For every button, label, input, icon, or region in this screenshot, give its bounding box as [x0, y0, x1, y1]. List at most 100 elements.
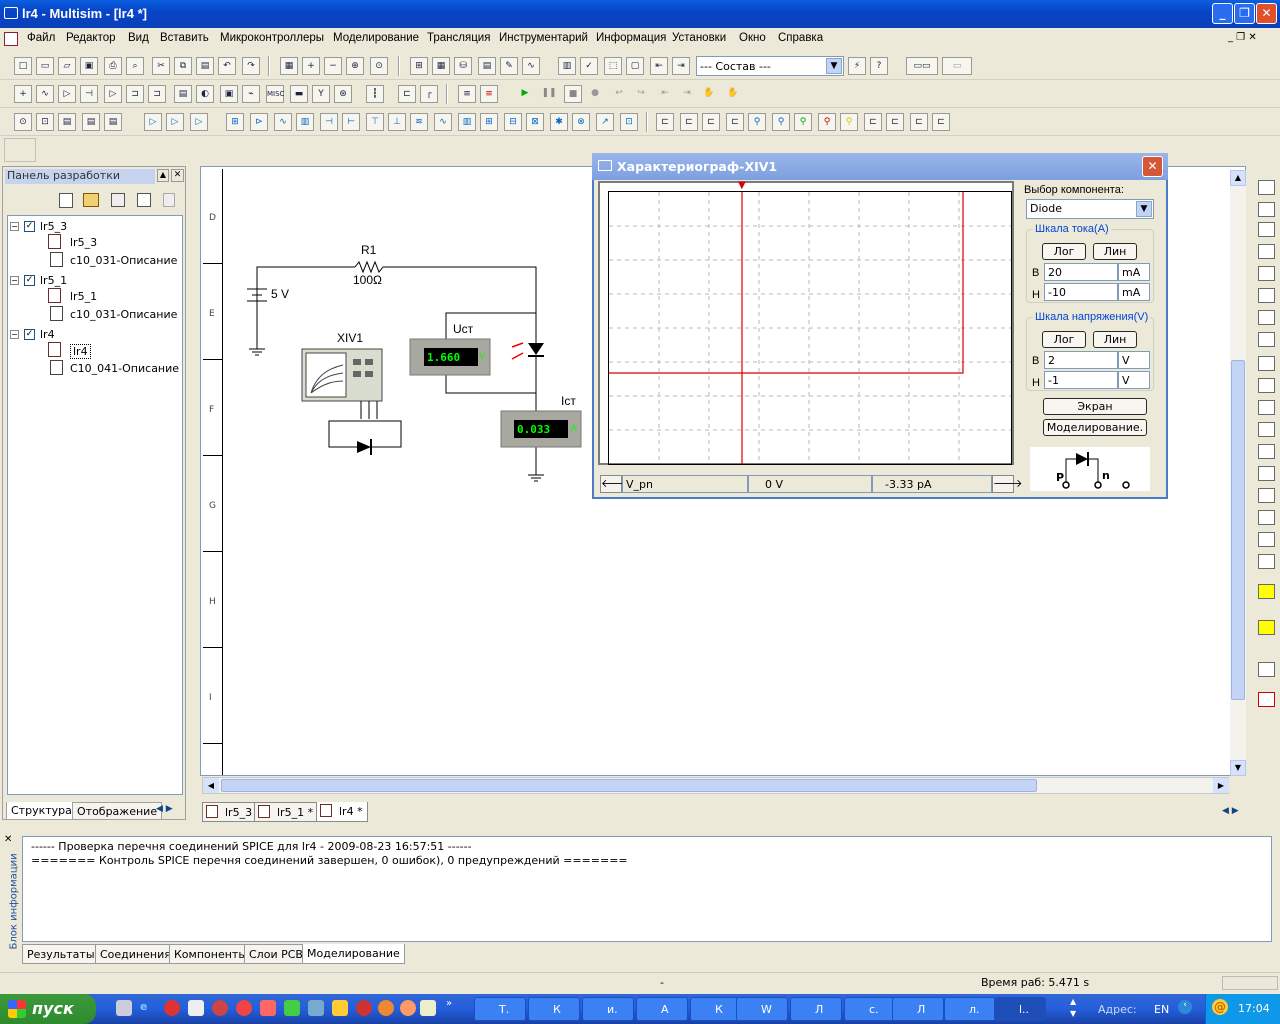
- ammeter-label[interactable]: Iст: [561, 394, 576, 408]
- electromech-icon[interactable]: ⊛: [334, 85, 352, 103]
- canvas-hscroll[interactable]: ◀ ▶: [202, 777, 1229, 794]
- save-icon[interactable]: ▣: [80, 57, 98, 75]
- tab-results[interactable]: Результаты: [22, 944, 100, 964]
- analog-icon[interactable]: ▷: [104, 85, 122, 103]
- tab-components[interactable]: Компоненты: [169, 944, 253, 964]
- backannotate-icon[interactable]: ⇤: [650, 57, 668, 75]
- step-over-icon[interactable]: ↪: [632, 85, 650, 103]
- breakpoint-icon[interactable]: ✋: [724, 85, 742, 103]
- probe-list2-icon[interactable]: ≡: [480, 85, 498, 103]
- meter10-icon[interactable]: ∿: [434, 113, 452, 131]
- panel-close-icon[interactable]: ✕: [171, 169, 184, 182]
- scroll-thumb[interactable]: [1231, 360, 1245, 700]
- taskbar-item[interactable]: л.: [944, 997, 996, 1021]
- maximize-button[interactable]: ❐: [1234, 3, 1255, 24]
- multimeter-icon[interactable]: [1258, 180, 1275, 195]
- voltage-lin-button[interactable]: Лин: [1093, 331, 1137, 348]
- zoom-area-icon[interactable]: ⊕: [346, 57, 364, 75]
- voltage-log-button[interactable]: Лог: [1042, 331, 1086, 348]
- source-icon[interactable]: +: [14, 85, 32, 103]
- tray-icon[interactable]: @: [1212, 999, 1228, 1015]
- undo-icon[interactable]: ↶: [218, 57, 236, 75]
- mixed-icon[interactable]: ◐: [196, 85, 214, 103]
- rf-icon[interactable]: ▬: [290, 85, 308, 103]
- ql-icon[interactable]: [332, 1000, 348, 1016]
- ql-icon[interactable]: [400, 1000, 416, 1016]
- analog-v2-icon[interactable]: ▷: [166, 113, 184, 131]
- iv-close-button[interactable]: ✕: [1142, 156, 1163, 177]
- ie-icon[interactable]: e: [140, 1000, 156, 1016]
- logic-analyzer-icon[interactable]: [1258, 356, 1275, 371]
- agilent-mm-icon[interactable]: [1258, 510, 1275, 525]
- taskbar-item[interactable]: К: [690, 997, 742, 1021]
- postprocessor-icon[interactable]: ✎: [500, 57, 518, 75]
- taskbar-item[interactable]: с.: [844, 997, 896, 1021]
- in-use-list-combo[interactable]: --- Состав --- ▼: [696, 56, 844, 76]
- meter11-icon[interactable]: ▥: [458, 113, 476, 131]
- tab-nets[interactable]: Соединения: [95, 944, 176, 964]
- agilent-fg-icon[interactable]: [1258, 488, 1275, 503]
- current-top-input[interactable]: 20: [1044, 263, 1118, 281]
- forward-icon[interactable]: ⇥: [672, 57, 690, 75]
- database-icon[interactable]: ⛁: [454, 57, 472, 75]
- tab-hierarchy[interactable]: Структура: [6, 802, 77, 820]
- component-icon[interactable]: ▢: [626, 57, 644, 75]
- component-select[interactable]: Diode ▼: [1026, 199, 1154, 219]
- meter3-icon[interactable]: ∿: [274, 113, 292, 131]
- labview-icon[interactable]: [1258, 620, 1275, 635]
- checkbox-icon[interactable]: ✓: [24, 329, 35, 340]
- menu-edit[interactable]: Редактор: [66, 32, 116, 44]
- freq-counter-icon[interactable]: [1258, 310, 1275, 325]
- redo-icon[interactable]: ↷: [242, 57, 260, 75]
- hier-block-icon[interactable]: ⊏: [398, 85, 416, 103]
- measurement-probe-icon[interactable]: [1258, 584, 1275, 599]
- taskbar-item[interactable]: W: [736, 997, 788, 1021]
- menu-file[interactable]: Файл: [27, 32, 55, 44]
- checkbox-icon[interactable]: ✓: [24, 221, 35, 232]
- erc-icon[interactable]: ✓: [580, 57, 598, 75]
- taskbar-item[interactable]: Т.: [474, 997, 526, 1021]
- spectrum-icon[interactable]: [1258, 444, 1275, 459]
- ql-icon[interactable]: [356, 1000, 372, 1016]
- analog-v-icon[interactable]: ▷: [144, 113, 162, 131]
- mdi-controls[interactable]: _ ❐ ✕: [1228, 32, 1257, 43]
- probe3-icon[interactable]: ⊏: [702, 113, 720, 131]
- zoom-out-icon[interactable]: −: [324, 57, 342, 75]
- tab-pcb-layers[interactable]: Слои PCB: [244, 944, 308, 964]
- misc-icon[interactable]: MISC: [266, 85, 284, 103]
- current-top-unit[interactable]: mA: [1118, 263, 1150, 281]
- ql-icon[interactable]: [164, 1000, 180, 1016]
- meter6-icon[interactable]: ⊢: [342, 113, 360, 131]
- cmos-icon[interactable]: ⊐: [148, 85, 166, 103]
- probe13-icon[interactable]: ⊏: [932, 113, 950, 131]
- current-bottom-unit[interactable]: mA: [1118, 283, 1150, 301]
- transistor-icon[interactable]: ⊣: [80, 85, 98, 103]
- menu-insert[interactable]: Вставить: [160, 32, 209, 44]
- probe9-icon[interactable]: ⚲: [840, 113, 858, 131]
- function-generator-icon[interactable]: [1258, 202, 1275, 217]
- stop-icon[interactable]: ■: [564, 85, 582, 103]
- list-icon[interactable]: ▤: [58, 113, 76, 131]
- menu-view[interactable]: Вид: [128, 32, 149, 44]
- word-generator-icon[interactable]: [1258, 332, 1275, 347]
- clock[interactable]: 17:04: [1238, 1002, 1270, 1015]
- hierarchy-icon[interactable]: ⊞: [410, 57, 428, 75]
- ql-icon[interactable]: [212, 1000, 228, 1016]
- mcu-icon[interactable]: ▤: [174, 85, 192, 103]
- distortion-icon[interactable]: [1258, 422, 1275, 437]
- diode-icon[interactable]: ▷: [58, 85, 76, 103]
- fullscreen-icon[interactable]: ▦: [280, 57, 298, 75]
- record-icon[interactable]: ●: [586, 85, 604, 103]
- scroll-up-icon[interactable]: ▲: [1230, 170, 1246, 186]
- tab-lr4[interactable]: lr4 *: [316, 802, 368, 822]
- info-close-icon[interactable]: ✕: [4, 834, 12, 845]
- meter12-icon[interactable]: ⊞: [480, 113, 498, 131]
- r1-name[interactable]: R1: [361, 243, 376, 257]
- bus-icon[interactable]: ┇: [366, 85, 384, 103]
- wattmeter-icon[interactable]: [1258, 222, 1275, 237]
- menu-simulate[interactable]: Моделирование: [333, 32, 419, 44]
- open-folder-icon[interactable]: ▱: [58, 57, 76, 75]
- meter7-icon[interactable]: ⊤: [366, 113, 384, 131]
- readout-left-arrow-icon[interactable]: 🡐: [600, 475, 631, 493]
- meter17-icon[interactable]: ↗: [596, 113, 614, 131]
